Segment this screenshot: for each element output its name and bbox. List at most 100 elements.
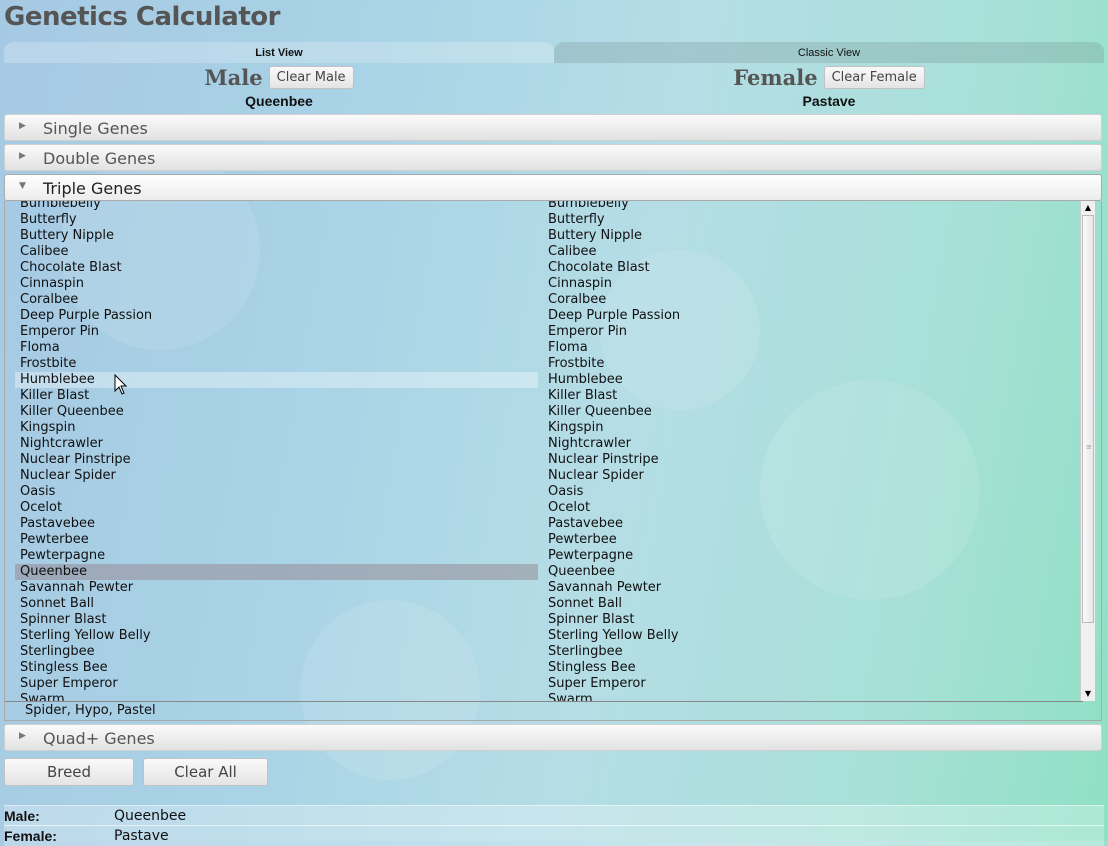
gene-list-item[interactable]: Swarm	[15, 692, 538, 701]
gene-list-item[interactable]: Butterfly	[15, 212, 538, 228]
selected-genes-summary: Spider, Hypo, Pastel	[25, 703, 156, 718]
gene-list-item[interactable]: Kingspin	[543, 420, 1066, 436]
gene-list-item[interactable]: Super Emperor	[15, 676, 538, 692]
gene-list-item[interactable]: Oasis	[15, 484, 538, 500]
gene-list-item[interactable]: Sterlingbee	[15, 644, 538, 660]
scroll-up-icon[interactable]: ▲	[1081, 201, 1095, 215]
gene-list-item[interactable]: Humblebee	[543, 372, 1066, 388]
tab-list-view[interactable]: List View	[4, 42, 554, 63]
summary-row-male: Male: Queenbee	[4, 805, 1104, 826]
gene-list-item[interactable]: Kingspin	[15, 420, 538, 436]
female-label: Female	[733, 64, 818, 90]
gene-list-item[interactable]: Nightcrawler	[543, 436, 1066, 452]
gene-list-item[interactable]: Buttery Nipple	[543, 228, 1066, 244]
gene-list-item[interactable]: Nightcrawler	[15, 436, 538, 452]
gene-list-item[interactable]: Calibee	[543, 244, 1066, 260]
scroll-thumb[interactable]: ≡	[1082, 215, 1094, 623]
summary-row-female: Female: Pastave	[4, 825, 1104, 846]
gene-list-item[interactable]: Calibee	[15, 244, 538, 260]
gene-list-item[interactable]: Killer Blast	[543, 388, 1066, 404]
gene-list-item[interactable]: Coralbee	[15, 292, 538, 308]
gene-list-item[interactable]: Savannah Pewter	[15, 580, 538, 596]
male-panel: Male Clear Male Queenbee	[4, 64, 554, 110]
section-label: Triple Genes	[43, 179, 142, 198]
gene-list-item[interactable]: Humblebee	[15, 372, 538, 388]
gene-list-item[interactable]: Spinner Blast	[15, 612, 538, 628]
gene-list-item[interactable]: Frostbite	[543, 356, 1066, 372]
triple-genes-panel: Bumblebelly Butterfly Buttery Nipple Calibe…	[4, 201, 1102, 721]
gene-list-item[interactable]: Sterlingbee	[543, 644, 1066, 660]
gene-list-item[interactable]: Sterling Yellow Belly	[543, 628, 1066, 644]
section-quad-genes[interactable]: ▶ Quad+ Genes	[4, 724, 1102, 751]
gene-list-item[interactable]: Cinnaspin	[543, 276, 1066, 292]
summary-value: Queenbee	[114, 808, 187, 824]
gene-list-item[interactable]: Pastavebee	[543, 516, 1066, 532]
gene-list-item[interactable]: Chocolate Blast	[543, 260, 1066, 276]
gene-list-item[interactable]: Queenbee	[15, 564, 538, 580]
gene-list-item[interactable]: Floma	[543, 340, 1066, 356]
gene-list-item[interactable]: Floma	[15, 340, 538, 356]
gene-list-item[interactable]: Ocelot	[15, 500, 538, 516]
gene-list-item[interactable]: Pastavebee	[15, 516, 538, 532]
section-label: Single Genes	[43, 119, 148, 138]
gene-list-item[interactable]: Stingless Bee	[543, 660, 1066, 676]
app-title: Genetics Calculator	[4, 2, 280, 32]
gene-list-item[interactable]: Killer Queenbee	[15, 404, 538, 420]
section-double-genes[interactable]: ▶ Double Genes	[4, 144, 1102, 171]
clear-all-button[interactable]: Clear All	[143, 758, 268, 786]
gene-list-item[interactable]: Killer Queenbee	[543, 404, 1066, 420]
gene-list-item[interactable]: Pewterbee	[543, 532, 1066, 548]
gene-list-item[interactable]: Queenbee	[543, 564, 1066, 580]
tab-classic-view[interactable]: Classic View	[554, 42, 1104, 63]
gene-list-item[interactable]: Bumblebelly	[543, 201, 1066, 212]
gene-list-item[interactable]: Pewterpagne	[15, 548, 538, 564]
female-gene-list[interactable]: Bumblebelly Butterfly Buttery Nipple Calibe…	[543, 201, 1066, 701]
gene-list-item[interactable]: Coralbee	[543, 292, 1066, 308]
section-single-genes[interactable]: ▶ Single Genes	[4, 114, 1102, 141]
gene-list-item[interactable]: Bumblebelly	[15, 201, 538, 212]
scroll-down-icon[interactable]: ▼	[1081, 687, 1095, 701]
gene-list-item[interactable]: Savannah Pewter	[543, 580, 1066, 596]
gene-list-item[interactable]: Sonnet Ball	[15, 596, 538, 612]
gene-list-item[interactable]: Chocolate Blast	[15, 260, 538, 276]
gene-list-item[interactable]: Deep Purple Passion	[543, 308, 1066, 324]
gene-list-item[interactable]: Emperor Pin	[543, 324, 1066, 340]
triangle-right-icon: ▶	[19, 151, 26, 161]
gene-list-item[interactable]: Killer Blast	[15, 388, 538, 404]
section-label: Double Genes	[43, 149, 156, 168]
gene-list-item[interactable]: Sonnet Ball	[543, 596, 1066, 612]
gene-list-item[interactable]: Deep Purple Passion	[15, 308, 538, 324]
gene-list-item[interactable]: Ocelot	[543, 500, 1066, 516]
gene-list-item[interactable]: Nuclear Spider	[543, 468, 1066, 484]
section-label: Quad+ Genes	[43, 729, 155, 748]
gene-list-item[interactable]: Sterling Yellow Belly	[15, 628, 538, 644]
triangle-right-icon: ▶	[19, 731, 26, 741]
gene-list-item[interactable]: Nuclear Pinstripe	[543, 452, 1066, 468]
mouse-cursor-icon	[114, 374, 128, 395]
summary-key: Male:	[4, 808, 40, 824]
section-triple-genes[interactable]: ▼ Triple Genes	[4, 174, 1102, 201]
clear-male-button[interactable]: Clear Male	[268, 65, 354, 89]
gene-list-item[interactable]: Frostbite	[15, 356, 538, 372]
gene-list-item[interactable]: Spinner Blast	[543, 612, 1066, 628]
female-panel: Female Clear Female Pastave	[554, 64, 1104, 110]
triangle-down-icon: ▼	[19, 181, 26, 191]
gene-list-item[interactable]: Oasis	[543, 484, 1066, 500]
gene-list-item[interactable]: Pewterbee	[15, 532, 538, 548]
male-gene-list[interactable]: Bumblebelly Butterfly Buttery Nipple Calibe…	[15, 201, 538, 701]
breed-button[interactable]: Breed	[4, 758, 134, 786]
male-label: Male	[204, 64, 263, 90]
list-scrollbar[interactable]: ▲ ≡ ▼	[1080, 201, 1095, 701]
gene-list-item[interactable]: Emperor Pin	[15, 324, 538, 340]
clear-female-button[interactable]: Clear Female	[823, 65, 925, 89]
gene-list-item[interactable]: Cinnaspin	[15, 276, 538, 292]
gene-list-item[interactable]: Nuclear Spider	[15, 468, 538, 484]
gene-list-item[interactable]: Swarm	[543, 692, 1066, 701]
gene-list-item[interactable]: Buttery Nipple	[15, 228, 538, 244]
gene-list-item[interactable]: Nuclear Pinstripe	[15, 452, 538, 468]
gene-list-item[interactable]: Butterfly	[543, 212, 1066, 228]
gene-list-item[interactable]: Stingless Bee	[15, 660, 538, 676]
triple-genes-list-area[interactable]: Bumblebelly Butterfly Buttery Nipple Calibe…	[5, 201, 1083, 702]
gene-list-item[interactable]: Super Emperor	[543, 676, 1066, 692]
gene-list-item[interactable]: Pewterpagne	[543, 548, 1066, 564]
